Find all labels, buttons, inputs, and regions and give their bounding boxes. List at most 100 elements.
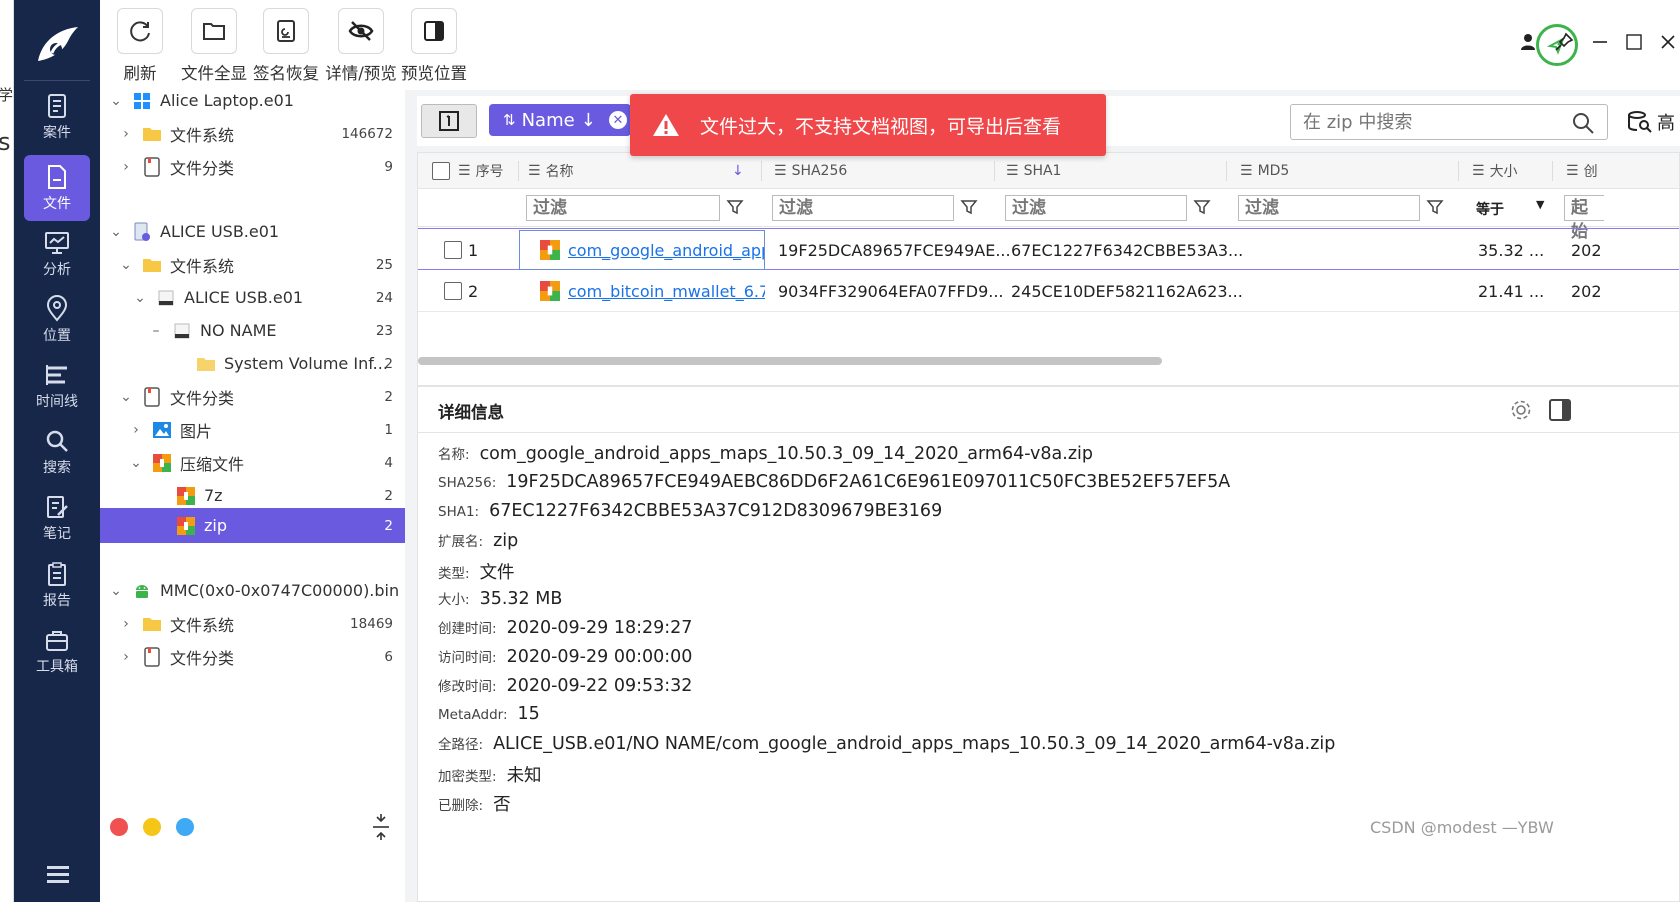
expand-caret-icon[interactable]: › <box>118 616 134 632</box>
tree-node[interactable]: ⌄ ALICE USB.e01 <box>100 215 405 248</box>
md5-filter-input[interactable]: 过滤 <box>1238 195 1420 221</box>
name-cell[interactable]: com_google_android_apps <box>519 230 765 270</box>
col-name[interactable]: ☰ 名称 <box>528 153 574 189</box>
archive-icon <box>152 453 172 473</box>
search-icon[interactable] <box>1571 111 1595 135</box>
details-preview-button[interactable]: 详情/预览 <box>324 8 398 84</box>
show-all-files-button[interactable]: 文件全显 <box>178 8 250 84</box>
advanced-search-button[interactable]: 高 <box>1627 104 1675 140</box>
tree-node[interactable]: › 文件分类 6 <box>100 640 405 673</box>
tree-node[interactable]: ⌄ ALICE USB.e01 24 <box>100 281 405 314</box>
select-all-checkbox[interactable] <box>432 153 456 189</box>
tree-node[interactable]: – NO NAME 23 <box>100 314 405 347</box>
file-name-link[interactable]: com_google_android_apps <box>568 241 764 260</box>
row-checkbox[interactable] <box>444 282 462 300</box>
red-dot-icon[interactable] <box>110 818 128 836</box>
scrollbar-thumb[interactable] <box>418 357 1162 365</box>
minimize-icon[interactable] <box>1588 30 1612 54</box>
filter-icon[interactable] <box>960 198 978 216</box>
dropdown-caret-icon[interactable]: ▼ <box>1536 198 1544 211</box>
expand-caret-icon[interactable]: › <box>128 422 144 438</box>
collapse-dash-icon[interactable]: – <box>148 323 164 339</box>
tree-node-count: 2 <box>384 487 393 504</box>
nav-item-timeline[interactable]: 时间线 <box>24 353 90 419</box>
expand-caret-icon[interactable]: ⌄ <box>108 583 124 599</box>
tree-node-count: 146672 <box>341 125 393 142</box>
file-name-link[interactable]: com_bitcoin_mwallet_6.7.1 <box>568 282 765 301</box>
collapse-all-icon[interactable] <box>370 814 392 840</box>
col-sha1[interactable]: ☰ SHA1 <box>1006 153 1061 189</box>
filter-icon[interactable] <box>1193 198 1211 216</box>
column-menu-icon: ☰ <box>528 163 541 179</box>
tree-node[interactable]: ⌄ 压缩文件 4 <box>100 446 405 479</box>
tree-node[interactable]: ⌄ MMC(0x0-0x0747C00000).bin <box>100 574 405 607</box>
sha1-filter-input[interactable]: 过滤 <box>1005 195 1187 221</box>
tree-node[interactable]: › 文件分类 9 <box>100 150 405 183</box>
name-cell[interactable]: com_bitcoin_mwallet_6.7.1 <box>540 270 765 312</box>
tree-node[interactable]: › 文件系统 146672 <box>100 117 405 150</box>
col-size[interactable]: ☰ 大小 <box>1472 153 1518 189</box>
expand-caret-icon[interactable]: ⌄ <box>118 389 134 405</box>
row-checkbox[interactable] <box>444 241 462 259</box>
nav-item-search[interactable]: 搜索 <box>24 419 90 485</box>
tree-node[interactable]: ⌄ 文件系统 25 <box>100 248 405 281</box>
expand-caret-icon[interactable]: ⌄ <box>118 257 134 273</box>
tree-node-label: MMC(0x0-0x0747C00000).bin <box>160 581 400 600</box>
remove-sort-icon[interactable]: ✕ <box>609 111 627 129</box>
expand-caret-icon[interactable]: ⌄ <box>132 290 148 306</box>
nav-item-file[interactable]: 文件 <box>24 155 90 221</box>
created-filter-input[interactable]: 起始 <box>1564 195 1604 242</box>
signature-recover-button[interactable]: 签名恢复 <box>252 8 320 84</box>
tree-node[interactable]: ⌄ Alice Laptop.e01 <box>100 84 405 117</box>
expand-caret-icon[interactable]: ⌄ <box>128 455 144 471</box>
gear-icon[interactable] <box>1510 399 1532 421</box>
table-row[interactable]: 2 com_bitcoin_mwallet_6.7.1 9034FF329064… <box>418 270 1679 312</box>
user-icon[interactable] <box>1516 30 1540 54</box>
col-created[interactable]: ☰ 创 <box>1566 153 1598 189</box>
maximize-icon[interactable] <box>1622 30 1646 54</box>
expand-caret-icon[interactable]: › <box>118 159 134 175</box>
tree-node[interactable]: › 图片 1 <box>100 413 405 446</box>
close-icon[interactable] <box>1656 30 1680 54</box>
refresh-button[interactable]: 刷新 <box>117 8 163 84</box>
nav-item-analysis[interactable]: 分析 <box>24 221 90 287</box>
col-md5[interactable]: ☰ MD5 <box>1240 153 1289 189</box>
filter-icon[interactable] <box>1426 198 1444 216</box>
blue-dot-icon[interactable] <box>176 818 194 836</box>
expand-caret-icon[interactable]: ⌄ <box>108 224 124 240</box>
tree-node[interactable]: ⌄ 文件分类 2 <box>100 380 405 413</box>
tree-node-label: 文件系统 <box>170 615 235 635</box>
panel-right-icon[interactable] <box>1548 398 1572 422</box>
search-box[interactable] <box>1290 104 1608 140</box>
size-cell: 35.32 ... <box>1478 240 1545 260</box>
nav-item-report[interactable]: 报告 <box>24 552 90 618</box>
view-mode-button[interactable] <box>421 104 477 138</box>
col-sha256[interactable]: ☰ SHA256 <box>774 153 847 189</box>
name-filter-input[interactable]: 过滤 <box>526 195 720 221</box>
col-index[interactable]: ☰ 序号 <box>458 153 504 189</box>
preview-position-button[interactable]: 预览位置 <box>400 8 468 84</box>
sha256-filter-input[interactable]: 过滤 <box>772 195 954 221</box>
pin-icon[interactable] <box>1552 30 1576 54</box>
horizontal-scrollbar[interactable] <box>418 353 1679 369</box>
expand-caret-icon[interactable]: › <box>118 649 134 665</box>
size-filter-operator[interactable]: 等于 <box>1476 199 1504 219</box>
tree-node-selected[interactable]: zip 2 <box>100 508 405 543</box>
search-input[interactable] <box>1291 105 1551 139</box>
menu-icon[interactable] <box>47 866 69 887</box>
tree-node[interactable]: System Volume Inf... 2 <box>100 347 405 380</box>
table-row[interactable]: 1 com_google_android_apps 19F25DCA89657F… <box>418 228 1679 270</box>
tree-node-count: 2 <box>384 355 393 372</box>
yellow-dot-icon[interactable] <box>143 818 161 836</box>
expand-caret-icon[interactable]: ⌄ <box>108 93 124 109</box>
expand-caret-icon[interactable]: › <box>118 126 134 142</box>
detail-field: 修改时间: 2020-09-22 09:53:32 <box>438 675 692 704</box>
nav-item-notes[interactable]: 笔记 <box>24 485 90 551</box>
nav-item-toolbox[interactable]: 工具箱 <box>24 618 90 684</box>
nav-item-case[interactable]: 案件 <box>24 84 90 150</box>
filter-icon[interactable] <box>726 198 744 216</box>
sort-chip[interactable]: ⇅ Name ↓ ✕ <box>489 104 631 136</box>
tree-node[interactable]: › 文件系统 18469 <box>100 607 405 640</box>
detail-key: 大小: <box>438 592 470 608</box>
nav-item-location[interactable]: 位置 <box>24 287 90 353</box>
